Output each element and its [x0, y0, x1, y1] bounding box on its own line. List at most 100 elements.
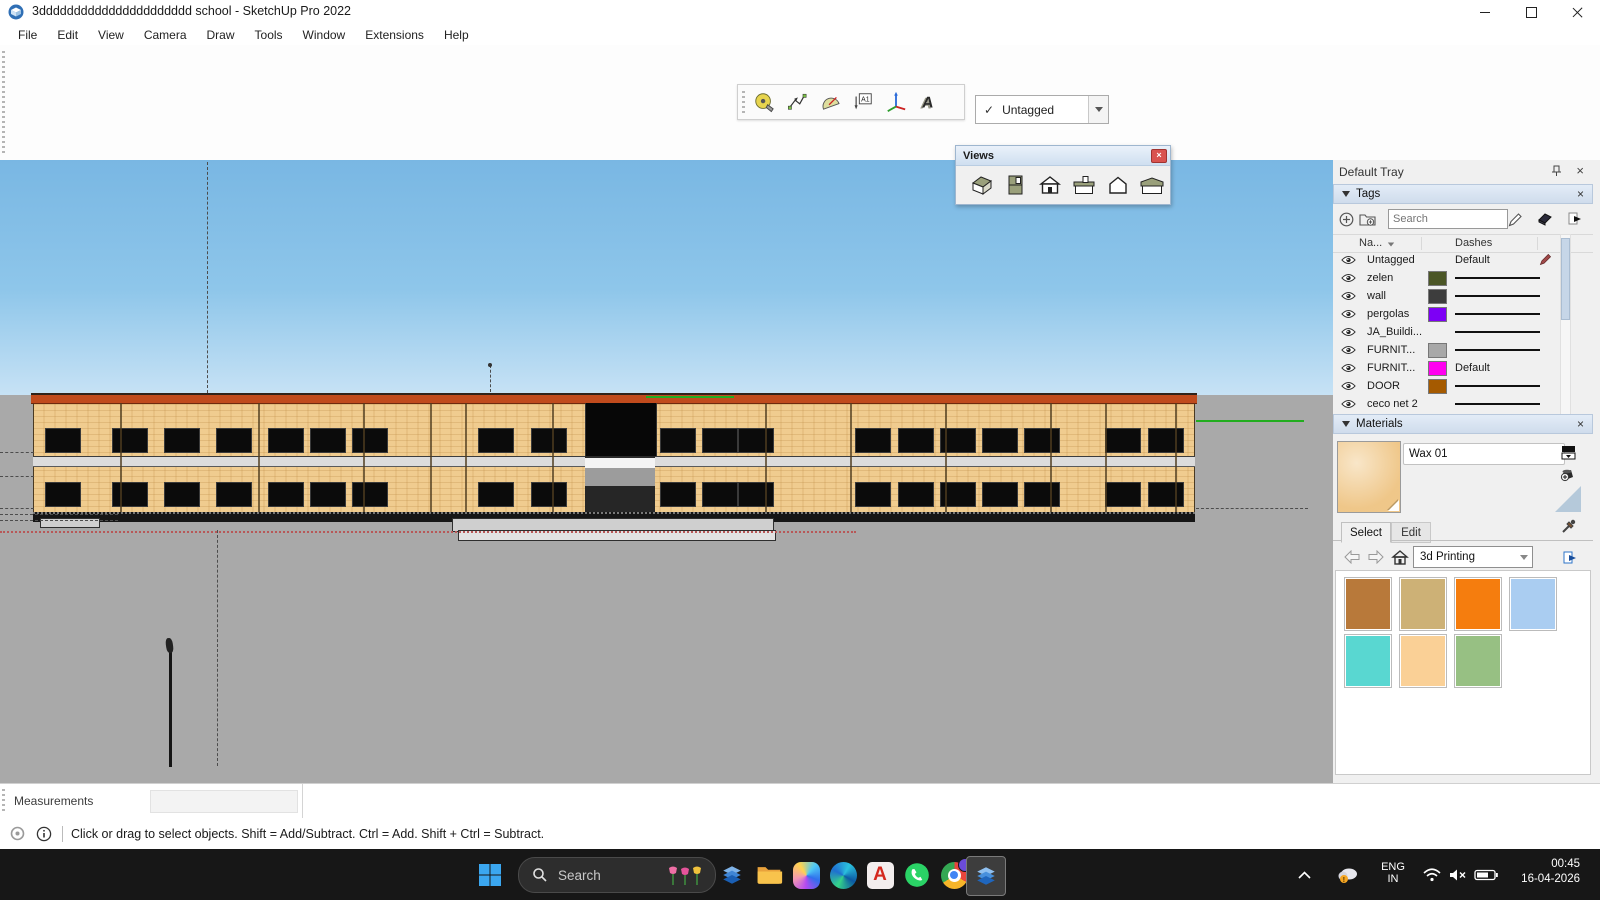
- in-model-home-icon[interactable]: [1389, 546, 1411, 568]
- default-material-icon[interactable]: [1555, 486, 1581, 512]
- minimize-button[interactable]: [1462, 0, 1508, 24]
- tray-pin-icon[interactable]: [1551, 165, 1562, 180]
- add-tag-icon[interactable]: [1337, 210, 1355, 228]
- tray-close-icon[interactable]: ×: [1576, 163, 1584, 178]
- taskbar-file-explorer-icon[interactable]: [752, 858, 786, 892]
- name-column-header[interactable]: Na...: [1359, 237, 1395, 249]
- close-button[interactable]: [1554, 0, 1600, 24]
- tag-dash-style[interactable]: [1455, 277, 1540, 279]
- maximize-button[interactable]: [1508, 0, 1554, 24]
- measurements-value-box[interactable]: [150, 790, 298, 813]
- tag-dash-style[interactable]: Default: [1455, 362, 1490, 374]
- material-swatch[interactable]: [1344, 577, 1392, 631]
- tag-row[interactable]: JA_Buildi...: [1333, 323, 1593, 341]
- tray-chevron-icon[interactable]: [1293, 858, 1315, 892]
- menu-help[interactable]: Help: [434, 28, 479, 42]
- right-view-button[interactable]: [1070, 172, 1098, 198]
- menu-camera[interactable]: Camera: [134, 28, 197, 42]
- info-icon[interactable]: [35, 825, 52, 842]
- menu-extensions[interactable]: Extensions: [355, 28, 434, 42]
- taskbar-edge-icon[interactable]: [826, 858, 860, 892]
- text-tool-icon[interactable]: A1: [851, 90, 875, 114]
- material-swatch[interactable]: [1454, 577, 1502, 631]
- tag-row[interactable]: ceco net 2: [1333, 395, 1593, 413]
- dropdown-arrow-icon[interactable]: [1088, 96, 1108, 123]
- tag-dash-style[interactable]: [1455, 385, 1540, 387]
- material-swatch[interactable]: [1399, 577, 1447, 631]
- add-tag-folder-icon[interactable]: [1358, 210, 1376, 228]
- material-preview[interactable]: [1337, 441, 1401, 513]
- materials-close-icon[interactable]: ×: [1577, 417, 1584, 431]
- front-view-button[interactable]: [1036, 172, 1064, 198]
- material-swatch[interactable]: [1399, 634, 1447, 688]
- tray-wifi-icon[interactable]: [1420, 858, 1444, 892]
- tag-color-swatch[interactable]: [1428, 271, 1447, 286]
- visibility-eye-icon[interactable]: [1341, 273, 1356, 286]
- tag-dash-style[interactable]: [1455, 403, 1540, 405]
- tag-dash-style[interactable]: Default: [1455, 254, 1490, 266]
- 3d-text-tool-icon[interactable]: AA: [917, 90, 941, 114]
- material-swatch[interactable]: [1509, 577, 1557, 631]
- tag-color-swatch[interactable]: [1428, 379, 1447, 394]
- rename-tag-pencil-icon[interactable]: [1506, 210, 1524, 228]
- tray-battery-icon[interactable]: [1472, 858, 1500, 892]
- visibility-eye-icon[interactable]: [1341, 255, 1356, 268]
- materials-details-icon[interactable]: [1559, 547, 1581, 569]
- menu-draw[interactable]: Draw: [197, 28, 245, 42]
- tag-color-swatch[interactable]: [1428, 343, 1447, 358]
- taskbar-autocad-icon[interactable]: A: [863, 858, 897, 892]
- iso-view-button[interactable]: [968, 172, 996, 198]
- sample-paint-eyedropper-icon[interactable]: [1558, 516, 1578, 536]
- tray-language-indicator[interactable]: ENG IN: [1378, 861, 1408, 885]
- left-view-button[interactable]: [1138, 172, 1166, 198]
- tag-row[interactable]: DOOR: [1333, 377, 1593, 395]
- tray-volume-muted-icon[interactable]: [1446, 858, 1470, 892]
- views-titlebar[interactable]: Views ×: [956, 146, 1170, 166]
- secondary-pane-icon[interactable]: [1558, 442, 1578, 462]
- tag-color-swatch[interactable]: [1428, 307, 1447, 322]
- active-tag-dropdown[interactable]: ✓ Untagged: [975, 95, 1109, 124]
- tag-color-swatch[interactable]: [1428, 289, 1447, 304]
- menu-window[interactable]: Window: [293, 28, 356, 42]
- collapse-icon[interactable]: [1342, 191, 1350, 197]
- tags-search-input[interactable]: [1388, 209, 1508, 229]
- menu-tools[interactable]: Tools: [245, 28, 293, 42]
- tag-dash-style[interactable]: [1455, 349, 1540, 351]
- menu-file[interactable]: File: [8, 28, 47, 42]
- dimension-tool-icon[interactable]: [785, 90, 809, 114]
- taskbar-copilot-icon[interactable]: [789, 858, 823, 892]
- menu-view[interactable]: View: [88, 28, 134, 42]
- tag-row[interactable]: UntaggedDefault: [1333, 251, 1593, 269]
- tag-dash-style[interactable]: [1455, 331, 1540, 333]
- menu-edit[interactable]: Edit: [47, 28, 88, 42]
- collapse-icon[interactable]: [1342, 421, 1350, 427]
- tag-row[interactable]: zelen: [1333, 269, 1593, 287]
- tags-section-header[interactable]: Tags ×: [1333, 184, 1593, 204]
- material-swatch[interactable]: [1344, 634, 1392, 688]
- tag-dash-style[interactable]: [1455, 313, 1540, 315]
- tags-scrollbar[interactable]: [1560, 234, 1571, 415]
- tag-row[interactable]: pergolas: [1333, 305, 1593, 323]
- tags-close-icon[interactable]: ×: [1577, 187, 1584, 201]
- back-view-button[interactable]: [1104, 172, 1132, 198]
- visibility-eye-icon[interactable]: [1341, 363, 1356, 376]
- search-highlight-flowers-icon[interactable]: [665, 864, 705, 886]
- material-name-field[interactable]: [1403, 443, 1565, 465]
- tape-measure-icon[interactable]: [752, 90, 776, 114]
- tag-row[interactable]: FURNIT...: [1333, 341, 1593, 359]
- tag-dash-style[interactable]: [1455, 295, 1540, 297]
- material-category-dropdown[interactable]: 3d Printing: [1413, 546, 1533, 568]
- materials-section-header[interactable]: Materials ×: [1333, 414, 1593, 434]
- tag-color-swatch[interactable]: [1428, 361, 1447, 376]
- tray-weather-icon[interactable]: !: [1335, 858, 1361, 892]
- views-close-icon[interactable]: ×: [1151, 149, 1167, 163]
- purge-tags-icon[interactable]: [1536, 210, 1554, 228]
- tab-select[interactable]: Select: [1341, 522, 1391, 543]
- tag-row[interactable]: FURNIT...Default: [1333, 359, 1593, 377]
- taskbar-sketchup-active[interactable]: [966, 856, 1006, 896]
- tray-clock[interactable]: 00:45 16-04-2026: [1521, 857, 1580, 887]
- tag-row[interactable]: wall: [1333, 287, 1593, 305]
- create-material-icon[interactable]: [1558, 464, 1578, 484]
- visibility-eye-icon[interactable]: [1341, 327, 1356, 340]
- axes-tool-icon[interactable]: [884, 90, 908, 114]
